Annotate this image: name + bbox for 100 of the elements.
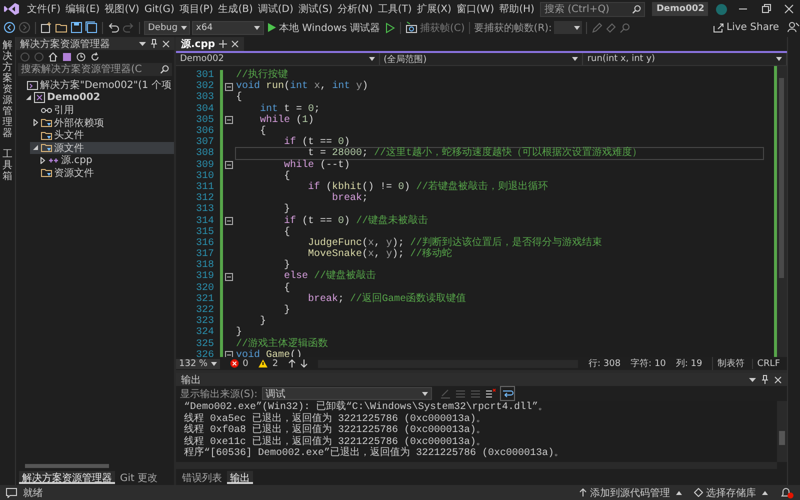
caret-icon[interactable] xyxy=(749,376,756,383)
refresh-icon[interactable] xyxy=(90,52,100,62)
feedback-icon[interactable] xyxy=(787,21,800,34)
configuration-dropdown[interactable]: Debug xyxy=(144,20,190,34)
pencil-icon[interactable] xyxy=(590,22,603,34)
caret-icon xyxy=(180,26,187,30)
undo-icon[interactable] xyxy=(107,21,120,34)
vertical-scrollbar[interactable] xyxy=(777,401,787,462)
line-number: 307 xyxy=(194,137,215,148)
code-line: { xyxy=(235,91,244,104)
warning-count[interactable]: 2 xyxy=(272,358,278,368)
open-folder-icon[interactable] xyxy=(55,21,68,34)
clear-all-icon[interactable] xyxy=(484,388,496,399)
tree-item[interactable]: 头文件 xyxy=(30,129,174,142)
tree-item[interactable]: 源文件 xyxy=(30,142,174,154)
tree-item[interactable]: 解决方案"Demo002"(1 个项 xyxy=(16,79,174,92)
source-control-button[interactable]: 添加到源代码管理 xyxy=(579,486,682,500)
project-dropdown[interactable]: Demo002 xyxy=(176,53,380,65)
expanded-arrow-icon[interactable] xyxy=(25,94,32,102)
collapse-icon[interactable] xyxy=(225,217,233,226)
expanded-arrow-icon[interactable] xyxy=(32,144,39,152)
frames-dropdown[interactable] xyxy=(554,21,582,34)
code-line: if (kbhit() != 0) //若键盘被敲击，则退出循环 xyxy=(307,180,550,193)
collapse-icon[interactable] xyxy=(225,116,233,124)
indentation-button[interactable]: 制表符 xyxy=(712,357,748,370)
side-tab[interactable]: 解决方案资源管理器 xyxy=(2,40,12,139)
menu-item[interactable]: 生成(B) xyxy=(216,1,255,17)
zoom-dropdown[interactable]: 132 % xyxy=(176,358,220,368)
repository-button[interactable]: 选择存储库 xyxy=(694,486,768,500)
pin-icon[interactable] xyxy=(219,40,228,48)
line-number: 324 xyxy=(194,327,215,338)
word-wrap-icon[interactable] xyxy=(500,386,515,401)
save-icon[interactable] xyxy=(70,21,83,34)
menu-item[interactable]: 测试(S) xyxy=(296,1,335,17)
collapse-icon[interactable] xyxy=(225,272,233,281)
panel-tab[interactable]: 解决方案资源管理器 xyxy=(19,471,115,484)
up-arrow-icon[interactable] xyxy=(288,359,296,368)
down-arrow-icon[interactable] xyxy=(300,359,308,368)
vertical-scrollbar[interactable] xyxy=(774,66,787,357)
menu-item[interactable]: Git(G) xyxy=(142,2,176,16)
pin-icon[interactable] xyxy=(761,375,769,384)
close-icon[interactable] xyxy=(162,40,170,48)
zoom-icon[interactable] xyxy=(618,22,631,34)
menu-item[interactable]: 帮助(H) xyxy=(497,1,536,17)
collapse-icon[interactable] xyxy=(225,82,233,91)
status-message: 就绪 xyxy=(23,486,43,500)
menu-item[interactable]: 视图(V) xyxy=(102,1,142,17)
output-source-dropdown[interactable]: 调试 xyxy=(262,387,432,400)
panel-tab[interactable]: 输出 xyxy=(227,471,253,484)
frames-label: 要捕获的帧数(R): xyxy=(474,22,552,34)
menu-item[interactable]: 工具(T) xyxy=(376,1,414,17)
new-project-icon[interactable] xyxy=(40,21,53,34)
tree-item[interactable]: 源.cpp xyxy=(37,154,174,166)
bell-icon[interactable] xyxy=(780,486,794,498)
member-dropdown[interactable]: run(int x, int y) xyxy=(583,53,788,65)
tree-item[interactable]: 外部依赖项 xyxy=(30,116,174,129)
line-ending-button[interactable]: CRLF xyxy=(752,358,784,368)
line-number: 317 xyxy=(194,249,215,260)
project-icon xyxy=(34,92,45,104)
output-line: 线程 0xf0a8 已退出，返回值为 3221225786 (0xc000013a)。 xyxy=(184,425,488,436)
play-outline-icon[interactable] xyxy=(384,22,396,34)
menu-item[interactable]: 文件(F) xyxy=(25,1,63,17)
code-line: } xyxy=(259,315,268,328)
home-icon[interactable] xyxy=(48,52,58,62)
close-icon[interactable] xyxy=(774,376,782,384)
tree-item[interactable]: Demo002 xyxy=(23,92,174,104)
line-number: 303 xyxy=(194,92,215,104)
tree-item[interactable]: 资源文件 xyxy=(30,166,174,179)
menu-item[interactable]: 窗口(W) xyxy=(454,1,496,17)
output-window-icon[interactable] xyxy=(6,488,17,498)
character-position: 字符: 10 xyxy=(630,358,666,370)
save-all-icon[interactable] xyxy=(85,21,98,34)
menu-item[interactable]: 项目(P) xyxy=(177,1,216,17)
close-icon[interactable] xyxy=(231,40,240,48)
menu-item[interactable]: 调试(D) xyxy=(256,1,296,17)
avatar-icon[interactable] xyxy=(716,4,727,14)
panel-tab[interactable]: 错误列表 xyxy=(179,471,225,484)
tree-item[interactable]: 引用 xyxy=(30,104,174,116)
start-debugging-button[interactable]: 本地 Windows 调试器 xyxy=(266,20,382,34)
document-tab[interactable]: 源.cpp xyxy=(176,37,244,51)
eraser-icon[interactable] xyxy=(604,22,617,34)
panel-tab[interactable]: Git 更改 xyxy=(117,471,161,484)
pin-icon[interactable] xyxy=(150,39,158,48)
search-field[interactable]: 搜索 (Ctrl+Q) xyxy=(540,2,646,16)
caret-icon[interactable] xyxy=(139,40,146,47)
live-share-button[interactable]: Live Share xyxy=(712,22,779,33)
collapsed-arrow-icon[interactable] xyxy=(39,156,46,164)
menu-item[interactable]: 分析(N) xyxy=(336,1,375,17)
menu-item[interactable]: 编辑(E) xyxy=(64,1,102,17)
platform-dropdown[interactable]: x64 xyxy=(192,20,264,34)
caret-icon xyxy=(776,57,782,61)
line-number: 302 xyxy=(194,81,215,92)
collapsed-arrow-icon[interactable] xyxy=(32,119,39,126)
history-icon[interactable] xyxy=(76,52,86,62)
camera-icon[interactable] xyxy=(405,21,418,34)
scope-dropdown[interactable]: (全局范围) xyxy=(380,53,584,65)
error-count[interactable]: 0 xyxy=(242,358,248,368)
side-tab[interactable]: 工具箱 xyxy=(2,149,12,182)
menu-item[interactable]: 扩展(X) xyxy=(414,1,454,17)
collapse-icon[interactable] xyxy=(225,161,233,170)
